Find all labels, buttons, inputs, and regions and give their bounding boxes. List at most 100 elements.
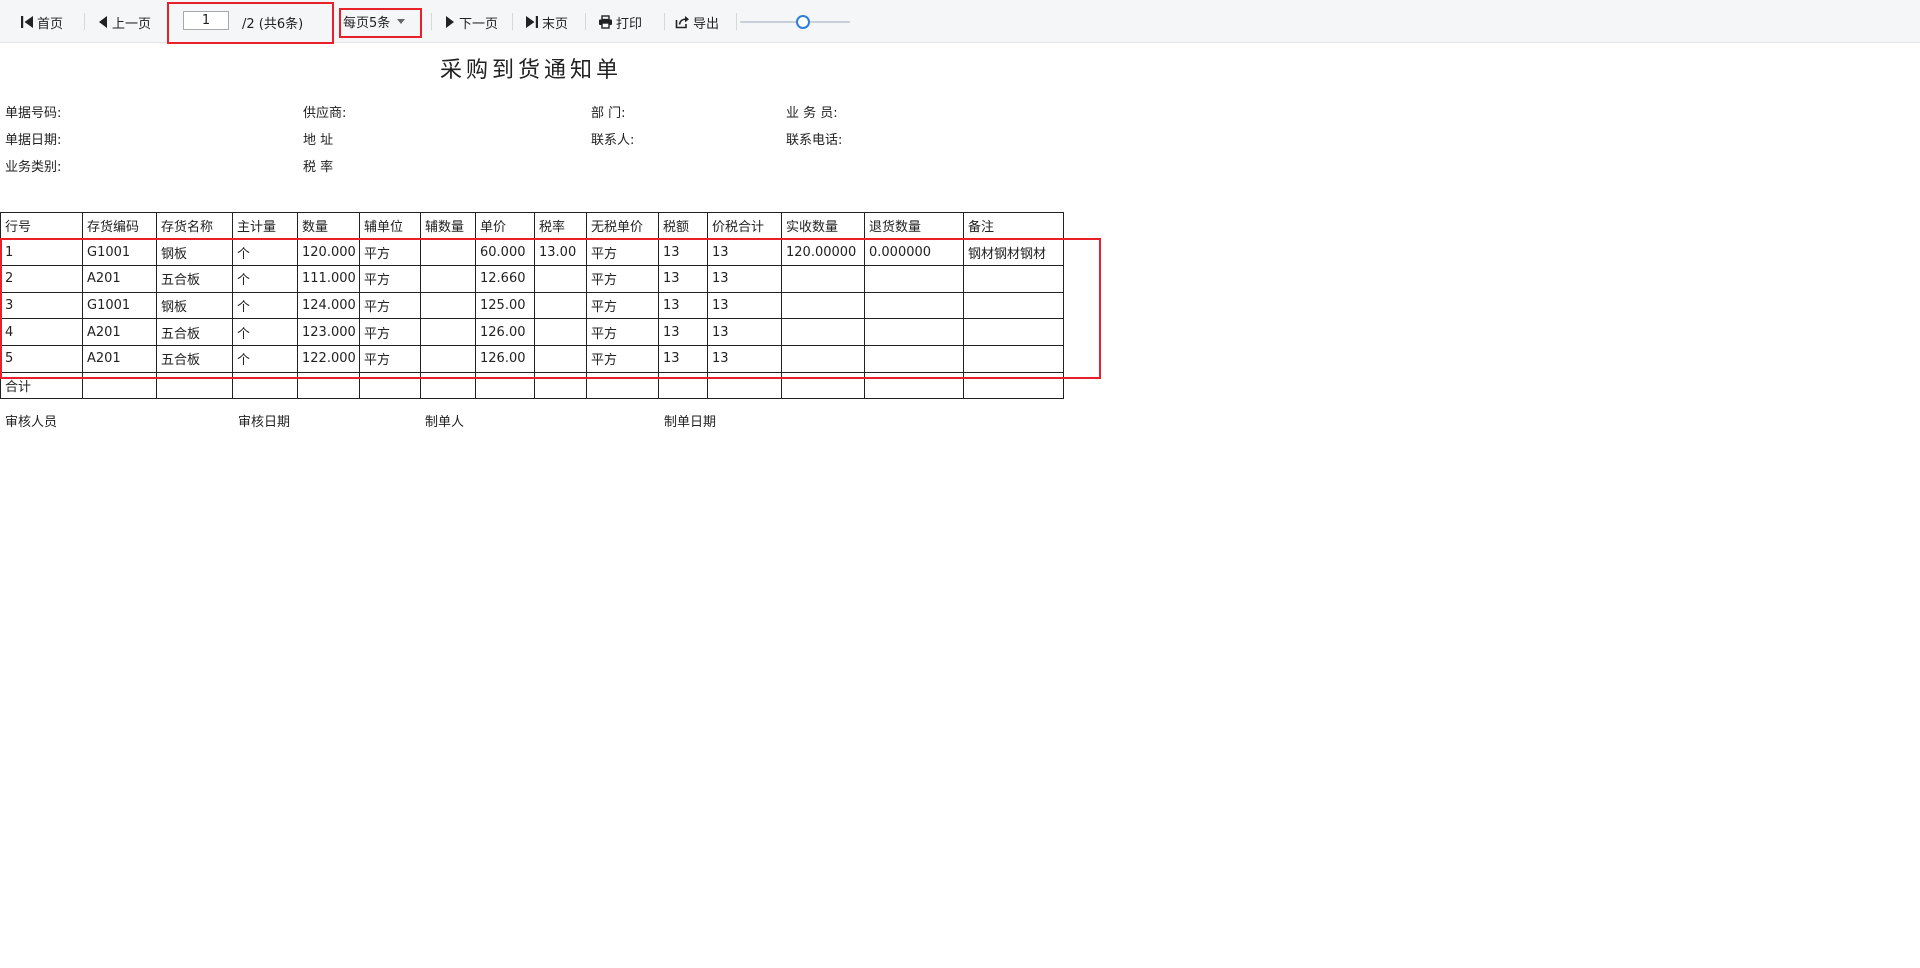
table-cell: 五合板 — [156, 318, 233, 346]
first-page-button[interactable]: 首页 — [20, 12, 63, 32]
table-cell: 平方 — [359, 291, 421, 320]
export-label: 导出 — [693, 16, 720, 32]
table-cell: 13 — [707, 265, 782, 293]
table-cell: 平方 — [359, 318, 421, 346]
table-cell: 124.000 — [297, 291, 360, 320]
total-cell — [864, 371, 964, 400]
report-toolbar: 首页 上一页 /2 (共6条) 每页5条 下一页 末页 — [0, 0, 1920, 44]
toolbar-divider — [664, 13, 665, 30]
table-cell — [534, 344, 587, 373]
table-cell: G1001 — [82, 238, 157, 267]
table-cell: 12.660 — [475, 265, 535, 293]
table-cell — [420, 291, 476, 320]
toolbar-divider — [84, 13, 85, 30]
table-cell — [781, 344, 865, 373]
prev-page-button[interactable]: 上一页 — [97, 12, 151, 32]
printer-icon — [599, 15, 612, 29]
page-count-info: /2 (共6条) — [242, 17, 304, 32]
table-cell: 123.000 — [297, 318, 360, 346]
current-page-input[interactable] — [183, 11, 229, 30]
table-row: 3 G1001 钢板个 124.000 平方 125.00 平方 13 13 — [0, 291, 1064, 320]
header-row: 行号 存货编码 存货名称 主计量 数量 辅单位 辅数量 单价 税率 无税单价 税… — [0, 212, 1064, 240]
caret-left-icon — [99, 16, 107, 28]
total-cell — [232, 371, 298, 400]
table-footer: 合计 — [0, 371, 1064, 400]
export-button[interactable]: 导出 — [675, 12, 719, 32]
table-row: 2 A201 五合板个 111.000 平方 12.660 平方 13 13 — [0, 265, 1064, 293]
table-cell: 13 — [707, 318, 782, 346]
last-page-label: 末页 — [542, 16, 569, 32]
table-cell: 五合板 — [156, 344, 233, 373]
col-header: 主计量 — [232, 212, 298, 240]
table-cell — [864, 344, 964, 373]
per-page-label: 每页5条 — [343, 15, 391, 31]
salesman-label: 业 务 员: — [786, 106, 838, 121]
table-cell — [534, 318, 587, 346]
per-page-select[interactable]: 每页5条 — [343, 11, 406, 31]
toolbar-divider — [512, 13, 513, 30]
total-cell — [156, 371, 233, 400]
report-title: 采购到货通知单 — [439, 58, 622, 83]
table-cell — [864, 318, 964, 346]
first-page-label: 首页 — [37, 16, 64, 32]
table-cell: 个 — [232, 238, 298, 267]
address-label: 地 址 — [303, 133, 334, 148]
total-cell — [658, 371, 708, 400]
table-cell: 平方 — [586, 318, 659, 346]
chevron-down-icon — [397, 18, 406, 24]
total-cell — [359, 371, 421, 400]
table-cell — [963, 291, 1064, 320]
first-page-icon — [21, 16, 33, 28]
total-cell — [82, 371, 157, 400]
table-cell: 13 — [658, 291, 708, 320]
table-cell: 平方 — [359, 344, 421, 373]
make-date-label: 制单日期 — [664, 415, 717, 430]
table-cell — [781, 265, 865, 293]
table-cell: 五合板 — [156, 265, 233, 293]
table-cell: 125.00 — [475, 291, 535, 320]
last-page-button[interactable]: 末页 — [525, 12, 568, 32]
table-cell: 钢板 — [156, 238, 233, 267]
table-cell: 122.000 — [297, 344, 360, 373]
total-cell — [534, 371, 587, 400]
table-cell: 平方 — [359, 238, 421, 267]
table-row: 5 A201 五合板个 122.000 平方 126.00 平方 13 13 — [0, 344, 1064, 373]
table-cell — [864, 291, 964, 320]
table-cell: 个 — [232, 344, 298, 373]
table-cell: 平方 — [586, 291, 659, 320]
table-cell: 5 — [0, 344, 83, 373]
table-cell: 120.000 — [297, 238, 360, 267]
col-header: 税率 — [534, 212, 587, 240]
table-cell — [963, 265, 1064, 293]
col-header: 单价 — [475, 212, 535, 240]
table-cell: 126.00 — [475, 344, 535, 373]
table-cell: 个 — [232, 291, 298, 320]
print-button[interactable]: 打印 — [598, 12, 642, 32]
table-cell — [420, 344, 476, 373]
col-header: 价税合计 — [707, 212, 782, 240]
department-label: 部 门: — [591, 106, 626, 121]
table-cell: 0.000000 — [864, 238, 964, 267]
table-cell: 钢板 — [156, 291, 233, 320]
table-cell — [534, 291, 587, 320]
toolbar-divider — [736, 13, 737, 30]
zoom-slider-handle[interactable] — [795, 15, 810, 29]
col-header: 辅数量 — [420, 212, 476, 240]
table-cell — [864, 265, 964, 293]
table-cell — [781, 318, 865, 346]
table-cell — [420, 318, 476, 346]
table-cell: A201 — [82, 318, 157, 346]
next-page-label: 下一页 — [459, 16, 499, 32]
total-cell — [586, 371, 659, 400]
export-icon — [675, 16, 689, 29]
table-cell: 3 — [0, 291, 83, 320]
next-page-button[interactable]: 下一页 — [444, 12, 498, 32]
table-cell: 120.00000 — [781, 238, 865, 267]
goods-table: 行号 存货编码 存货名称 主计量 数量 辅单位 辅数量 单价 税率 无税单价 税… — [0, 212, 1064, 400]
prev-page-label: 上一页 — [112, 16, 152, 32]
toolbar-divider — [585, 13, 586, 30]
col-header: 存货名称 — [156, 212, 233, 240]
doc-date-label: 单据日期: — [5, 133, 62, 148]
table-cell: 平方 — [586, 238, 659, 267]
table-cell: 111.000 — [297, 265, 360, 293]
